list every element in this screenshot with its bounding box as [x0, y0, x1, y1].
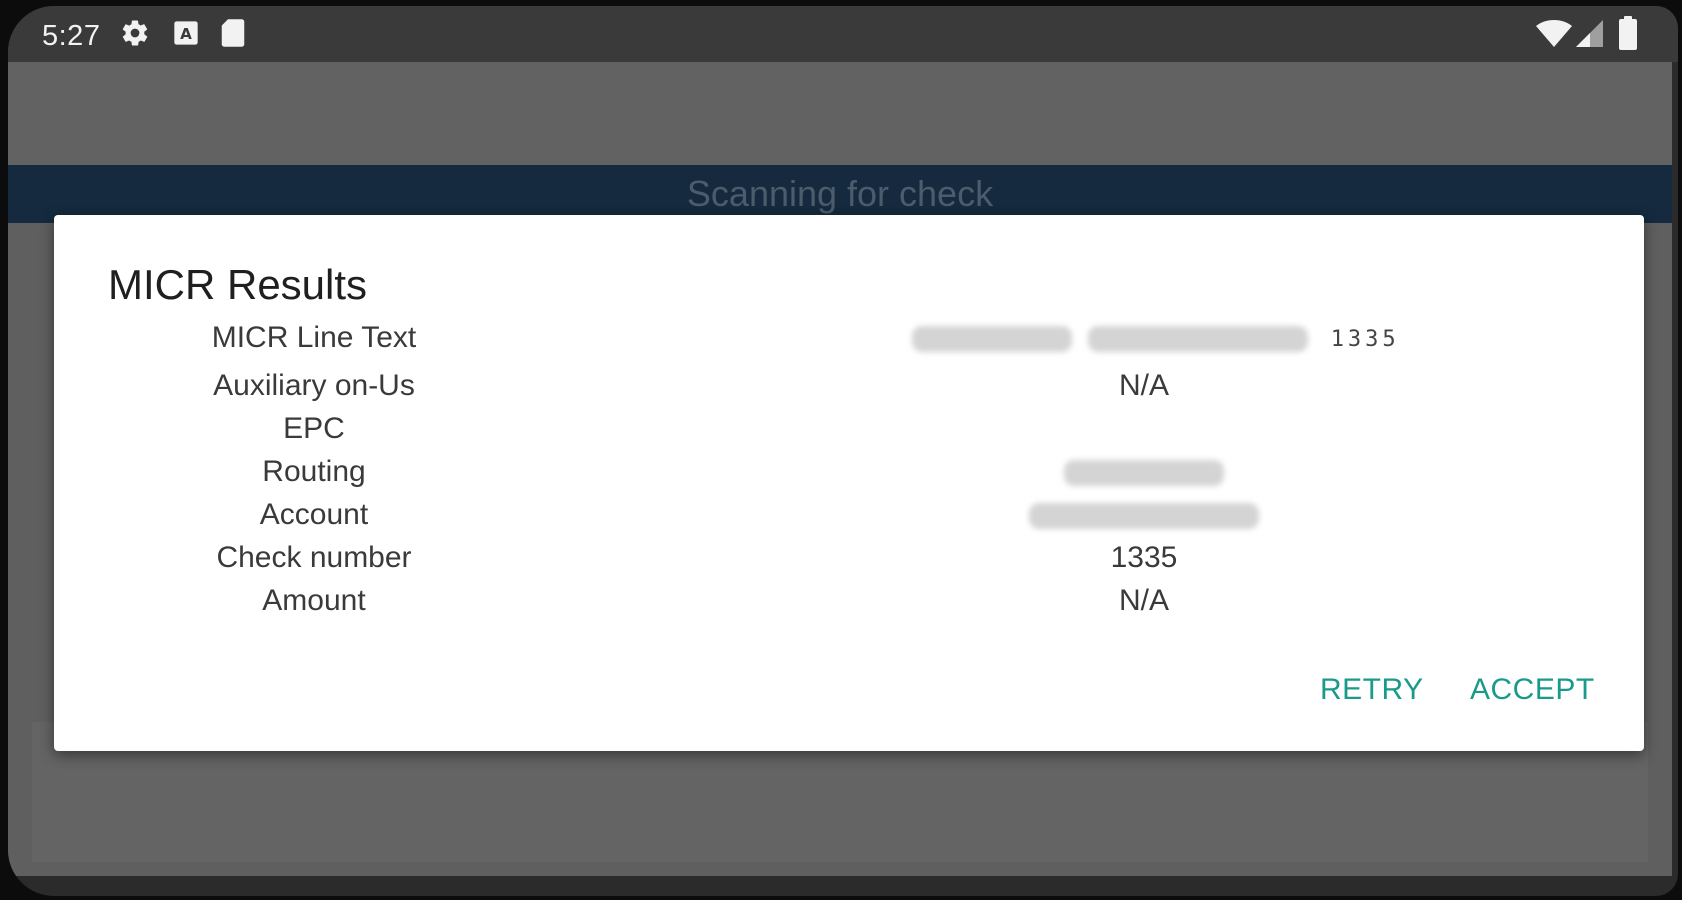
row-label: Amount — [262, 584, 366, 617]
row-value: 1335 — [1110, 541, 1178, 574]
row-value-micr-line: 1335 — [912, 321, 1472, 355]
accept-button[interactable]: ACCEPT — [1470, 673, 1595, 707]
row-label: Auxiliary on-Us — [213, 369, 415, 402]
result-row-auxiliary: Auxiliary on-Us N/A — [54, 369, 1644, 409]
redacted-value — [1064, 460, 1224, 487]
signal-icon — [1576, 20, 1606, 53]
dialog-title: MICR Results — [108, 261, 368, 308]
retry-button[interactable]: RETRY — [1320, 673, 1424, 707]
row-label: Check number — [216, 541, 412, 574]
micr-check-digits: 1335 — [1330, 326, 1400, 352]
status-time: 5:27 — [42, 20, 101, 52]
result-row-micr-line: MICR Line Text 1335 — [54, 321, 1644, 361]
device-frame: 5:27 A Scanning for check MICR Results M… — [8, 6, 1678, 896]
row-value-account — [914, 498, 1374, 532]
redacted-value — [912, 326, 1072, 353]
row-value: N/A — [1118, 369, 1169, 402]
svg-text:A: A — [180, 25, 192, 43]
row-label: Account — [259, 498, 369, 531]
result-row-amount: Amount N/A — [54, 584, 1644, 624]
app-bar — [8, 62, 1672, 165]
redacted-value — [1029, 503, 1259, 530]
result-row-account: Account — [54, 498, 1644, 538]
gear-icon — [120, 18, 150, 53]
battery-icon — [1618, 16, 1638, 55]
row-label: EPC — [283, 412, 345, 445]
result-row-epc: EPC — [54, 412, 1644, 452]
row-value-routing — [914, 455, 1374, 489]
sd-card-icon — [220, 18, 246, 53]
row-value: N/A — [1118, 584, 1169, 617]
row-label: MICR Line Text — [211, 321, 417, 354]
wifi-icon — [1536, 20, 1572, 53]
a-box-icon: A — [172, 18, 200, 53]
result-row-routing: Routing — [54, 455, 1644, 495]
row-label: Routing — [262, 455, 366, 488]
micr-results-dialog: MICR Results MICR Line Text 1335 Auxilia… — [54, 215, 1644, 751]
result-row-check-number: Check number 1335 — [54, 541, 1644, 581]
redacted-value — [1088, 326, 1309, 353]
status-bar: 5:27 A — [8, 6, 1678, 62]
